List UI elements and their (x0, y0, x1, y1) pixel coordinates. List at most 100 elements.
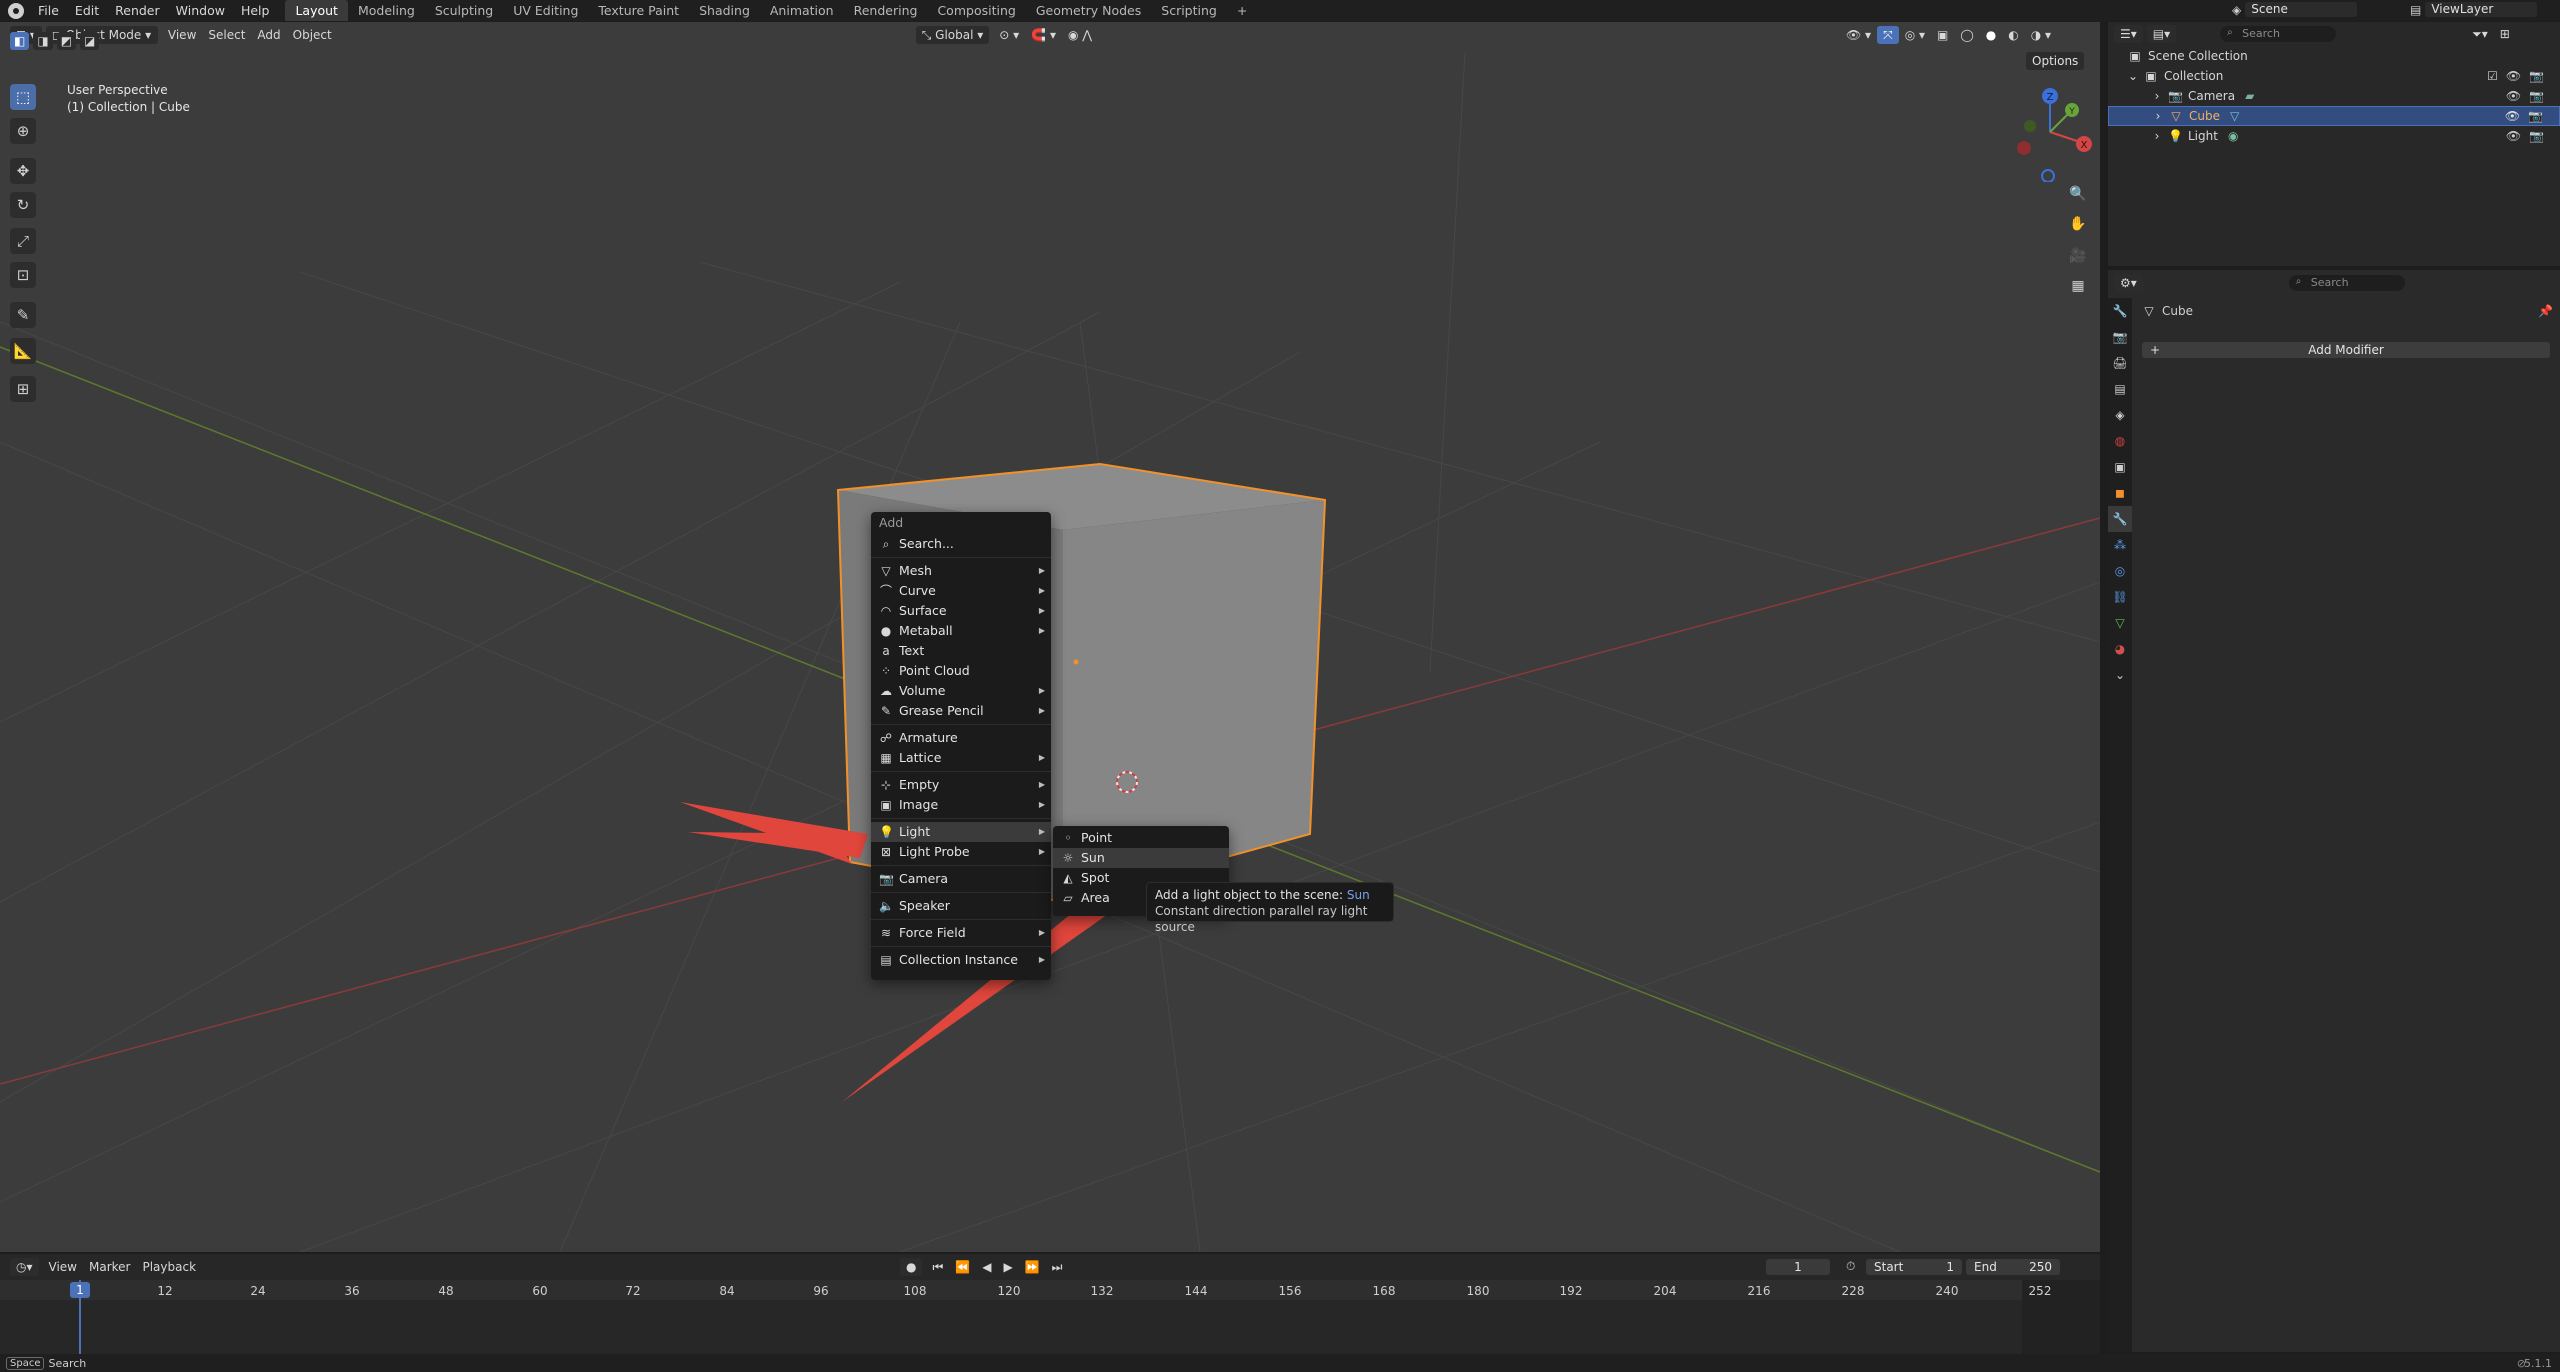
stopwatch-icon[interactable]: ⏱ (1846, 1259, 1855, 1274)
navigation-gizmo[interactable]: Z Y X (2010, 82, 2096, 182)
rotate-tool-icon[interactable]: ↻ (10, 192, 36, 218)
tab-geometry-nodes[interactable]: Geometry Nodes (1026, 0, 1151, 21)
data-tab-icon[interactable]: ▽ (2108, 610, 2132, 636)
collection-tab-icon[interactable]: ▣ (2108, 454, 2132, 480)
start-frame-field[interactable]: Start 1 (1866, 1259, 1962, 1275)
options-dropdown[interactable]: Options (2026, 52, 2085, 70)
outliner-collection[interactable]: ⌄ ▣ Collection ☑👁📷 (2108, 66, 2560, 86)
menu-item-collection-instance[interactable]: ▤ Collection Instance ▶ (871, 950, 1051, 970)
add-cube-tool-icon[interactable]: ⊞ (10, 376, 36, 402)
menu-item-camera[interactable]: 📷 Camera (871, 869, 1051, 889)
menu-item-curve[interactable]: ⌒ Curve ▶ (871, 581, 1051, 601)
view-layer-tab-icon[interactable]: ▤ (2108, 376, 2132, 402)
timeline-menu-playback[interactable]: Playback (136, 1258, 202, 1276)
menu-item-force-field[interactable]: ≋ Force Field ▶ (871, 923, 1051, 943)
row-visibility-toggles[interactable]: 👁📷 (2506, 126, 2552, 146)
timeline-editor-type-icon[interactable]: ◷▾ (10, 1258, 39, 1276)
menu-item-empty[interactable]: ⊹ Empty ▶ (871, 775, 1051, 795)
filter-icon[interactable]: ⏷▾ (2466, 25, 2494, 43)
row-visibility-toggles[interactable]: ☑👁📷 (2487, 66, 2552, 86)
play-icon[interactable]: ▶ (997, 1258, 1018, 1276)
material-shading-icon[interactable]: ◐ (2002, 26, 2024, 44)
proportional-editing-icon[interactable]: ◉ ⋀ (1062, 26, 1098, 44)
outliner-scene-collection[interactable]: ▣ Scene Collection (2108, 46, 2560, 66)
tab-rendering[interactable]: Rendering (844, 0, 928, 21)
tab-texture-paint[interactable]: Texture Paint (588, 0, 689, 21)
viewport-menu-view[interactable]: View (162, 26, 202, 44)
modifier-tab-icon[interactable]: 🔧 (2108, 506, 2132, 532)
texture-tab-icon[interactable]: ⌄ (2108, 662, 2132, 688)
add-menu-search[interactable]: ⌕ Search... (871, 534, 1051, 554)
new-collection-icon[interactable]: ⊞ (2494, 25, 2516, 43)
select-invert-icon[interactable]: ◪ (80, 32, 100, 50)
select-subtract-icon[interactable]: ◩ (56, 32, 77, 50)
menu-item-surface[interactable]: ◠ Surface ▶ (871, 601, 1051, 621)
properties-search[interactable]: ⌕ Search (2288, 275, 2405, 291)
menu-item-light-probe[interactable]: ⊠ Light Probe ▶ (871, 842, 1051, 862)
xray-toggle-icon[interactable]: ▣ (1931, 26, 1954, 44)
menu-window[interactable]: Window (168, 0, 233, 21)
expand-arrow-icon[interactable]: › (2152, 86, 2162, 106)
view-layer-name-field[interactable]: ViewLayer (2425, 2, 2538, 17)
tab-animation[interactable]: Animation (760, 0, 844, 21)
constraints-tab-icon[interactable]: ⛓ (2108, 584, 2132, 610)
select-new-icon[interactable]: ◧ (10, 32, 30, 50)
physics-tab-icon[interactable]: ◎ (2108, 558, 2132, 584)
scene-selector[interactable]: ◈ Scene (2232, 2, 2372, 17)
measure-tool-icon[interactable]: 📐 (10, 338, 36, 364)
menu-edit[interactable]: Edit (67, 0, 107, 21)
playhead-frame-badge[interactable]: 1 (70, 1282, 90, 1298)
menu-item-armature[interactable]: ☍ Armature (871, 728, 1051, 748)
prev-keyframe-icon[interactable]: ⏪ (949, 1258, 976, 1276)
expand-arrow-icon[interactable]: › (2152, 126, 2162, 146)
gizmo-toggle-icon[interactable]: ⤧ (1877, 26, 1899, 44)
outliner-item-light[interactable]: › 💡 Light ◉ 👁📷 (2108, 126, 2560, 146)
object-tab-icon[interactable]: ◼ (2108, 480, 2132, 506)
world-tab-icon[interactable]: ◍ (2108, 428, 2132, 454)
keyframe-record-icon[interactable]: ● (900, 1258, 923, 1276)
transform-orientation-selector[interactable]: ⤡ Global ▾ (915, 25, 990, 44)
menu-item-volume[interactable]: ☁ Volume ▶ (871, 681, 1051, 701)
particles-tab-icon[interactable]: ⁂ (2108, 532, 2132, 558)
tab-layout[interactable]: Layout (285, 0, 348, 21)
frame-ruler[interactable] (0, 1280, 2100, 1300)
viewport-menu-add[interactable]: Add (251, 26, 286, 44)
menu-item-light[interactable]: 💡 Light ▶ (871, 822, 1051, 842)
timeline-menu-marker[interactable]: Marker (83, 1258, 136, 1276)
tab-sculpting[interactable]: Sculpting (425, 0, 503, 21)
outliner-item-camera[interactable]: › 📷 Camera ▰ 👁📷 (2108, 86, 2560, 106)
next-keyframe-icon[interactable]: ⏩ (1019, 1258, 1046, 1276)
menu-help[interactable]: Help (233, 0, 278, 21)
cursor-tool-icon[interactable]: ⊕ (10, 118, 36, 144)
menu-item-text[interactable]: a Text (871, 641, 1051, 661)
tab-compositing[interactable]: Compositing (927, 0, 1025, 21)
play-reverse-icon[interactable]: ◀ (976, 1258, 997, 1276)
select-box-tool-icon[interactable]: ⬚ (10, 84, 36, 110)
menu-item-point-cloud[interactable]: ⁘ Point Cloud (871, 661, 1051, 681)
outliner-editor-type-icon[interactable]: ☰▾ (2114, 25, 2143, 43)
output-tab-icon[interactable]: 🖨 (2108, 350, 2132, 376)
expand-arrow-icon[interactable]: › (2153, 106, 2163, 126)
end-frame-field[interactable]: End 250 (1966, 1259, 2060, 1275)
scene-name-field[interactable]: Scene (2245, 2, 2358, 17)
transform-tool-icon[interactable]: ⊡ (10, 262, 36, 288)
view-layer-selector[interactable]: ▤ ViewLayer (2410, 2, 2550, 17)
rendered-shading-icon[interactable]: ◑ ▾ (2025, 26, 2057, 44)
current-frame-field[interactable]: 1 (1766, 1259, 1830, 1275)
pan-hand-icon[interactable]: ✋ (2066, 212, 2090, 236)
tab-scripting[interactable]: Scripting (1151, 0, 1227, 21)
add-workspace-button[interactable]: + (1227, 0, 1257, 21)
submenu-item-sun[interactable]: ☼ Sun (1053, 848, 1229, 868)
menu-item-image[interactable]: ▣ Image ▶ (871, 795, 1051, 815)
move-tool-icon[interactable]: ✥ (10, 158, 36, 184)
pin-icon[interactable]: 📌 (2538, 304, 2553, 318)
outliner-search-input[interactable]: Search (2220, 26, 2337, 42)
viewport-menu-object[interactable]: Object (287, 26, 338, 44)
jump-end-icon[interactable]: ⏭ (1046, 1258, 1069, 1276)
select-extend-icon[interactable]: ◨ (33, 32, 53, 50)
tool-tab-icon[interactable]: 🔧 (2108, 298, 2132, 324)
add-modifier-button[interactable]: + Add Modifier (2142, 342, 2550, 358)
camera-view-icon[interactable]: 🎥 (2066, 244, 2090, 268)
scene-tab-icon[interactable]: ◈ (2108, 402, 2132, 428)
blender-logo-icon[interactable] (8, 2, 24, 19)
